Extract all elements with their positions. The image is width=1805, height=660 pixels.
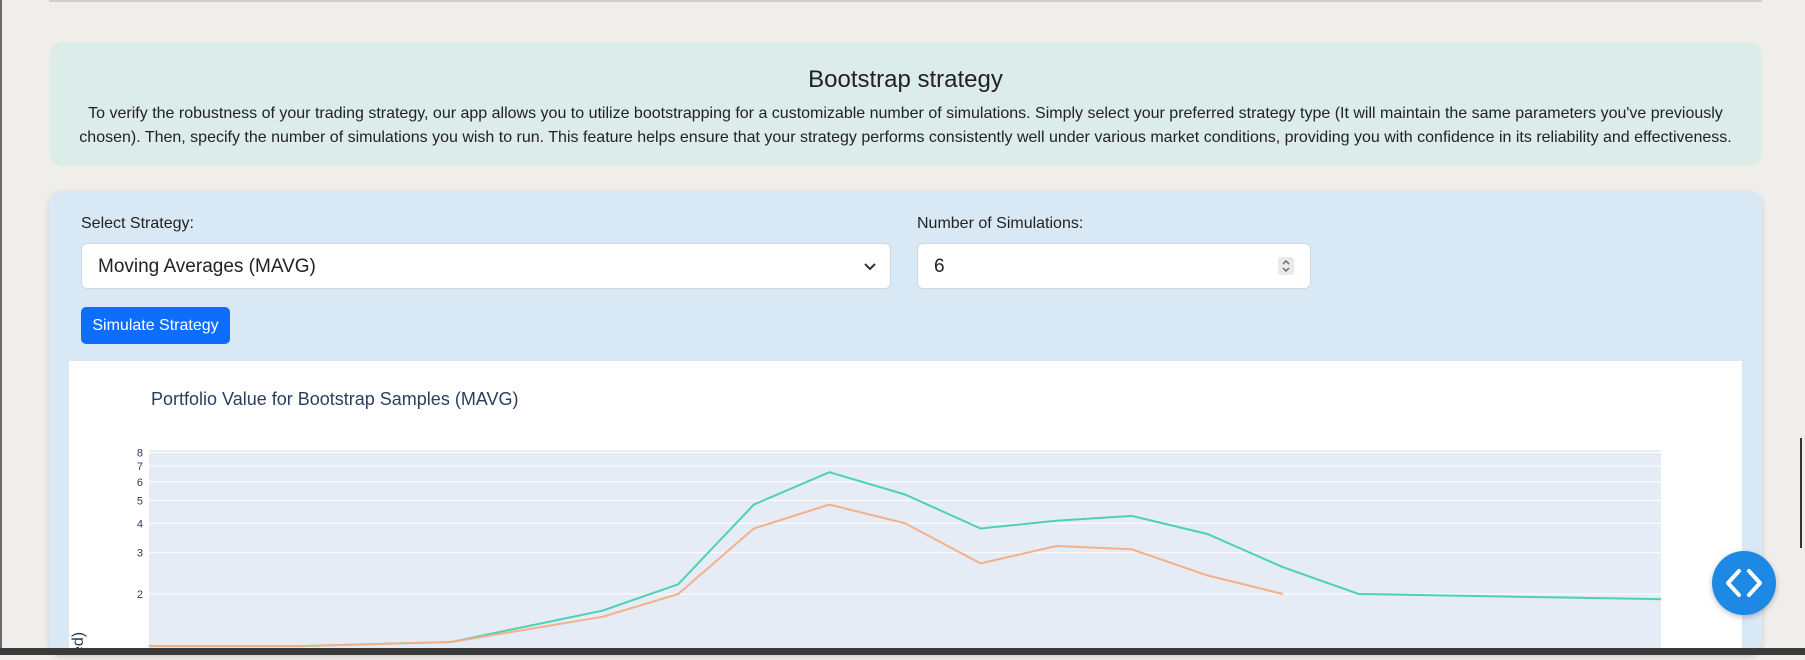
y-ticks: 2 3 4 5 6 78 — [137, 448, 143, 601]
chevron-down-icon — [864, 263, 876, 271]
section-title: Bootstrap strategy — [808, 66, 1003, 93]
strategy-label: Select Strategy: — [81, 215, 194, 232]
y-tick-label: 4 — [137, 518, 143, 530]
simulation-panel: Select Strategy: Moving Averages (MAVG) … — [49, 191, 1762, 655]
taskbar-edge — [0, 648, 1805, 655]
stepper-icon[interactable] — [1278, 257, 1294, 275]
simulations-input[interactable]: 6 — [917, 243, 1311, 289]
window-left-border — [0, 0, 2, 655]
section-divider — [49, 0, 1762, 2]
strategy-selected-value: Moving Averages (MAVG) — [98, 256, 316, 277]
intro-card: Bootstrap strategy To verify the robustn… — [49, 42, 1762, 166]
y-tick-label: 3 — [137, 548, 143, 560]
chart-svg: Portfolio Value for Bootstrap Samples (M… — [70, 389, 1662, 655]
y-tick-label: 5 — [137, 495, 143, 507]
simulations-label: Number of Simulations: — [917, 215, 1084, 232]
portfolio-chart: Portfolio Value for Bootstrap Samples (M… — [69, 361, 1742, 655]
section-description: To verify the robustness of your trading… — [79, 105, 1732, 146]
code-toggle-button[interactable] — [1712, 551, 1776, 615]
scrollbar-thumb[interactable] — [1800, 438, 1802, 548]
chart-title: Portfolio Value for Bootstrap Samples (M… — [151, 389, 518, 409]
simulations-value: 6 — [934, 256, 945, 277]
y-tick-label: 7 — [137, 461, 143, 473]
simulate-strategy-button[interactable]: Simulate Strategy — [81, 307, 230, 344]
y-tick-label: 8 — [137, 448, 143, 460]
y-tick-label: 2 — [137, 589, 143, 601]
y-tick-label: 6 — [137, 477, 143, 489]
code-brackets-icon — [1726, 569, 1762, 597]
strategy-select[interactable]: Moving Averages (MAVG) — [81, 243, 891, 289]
